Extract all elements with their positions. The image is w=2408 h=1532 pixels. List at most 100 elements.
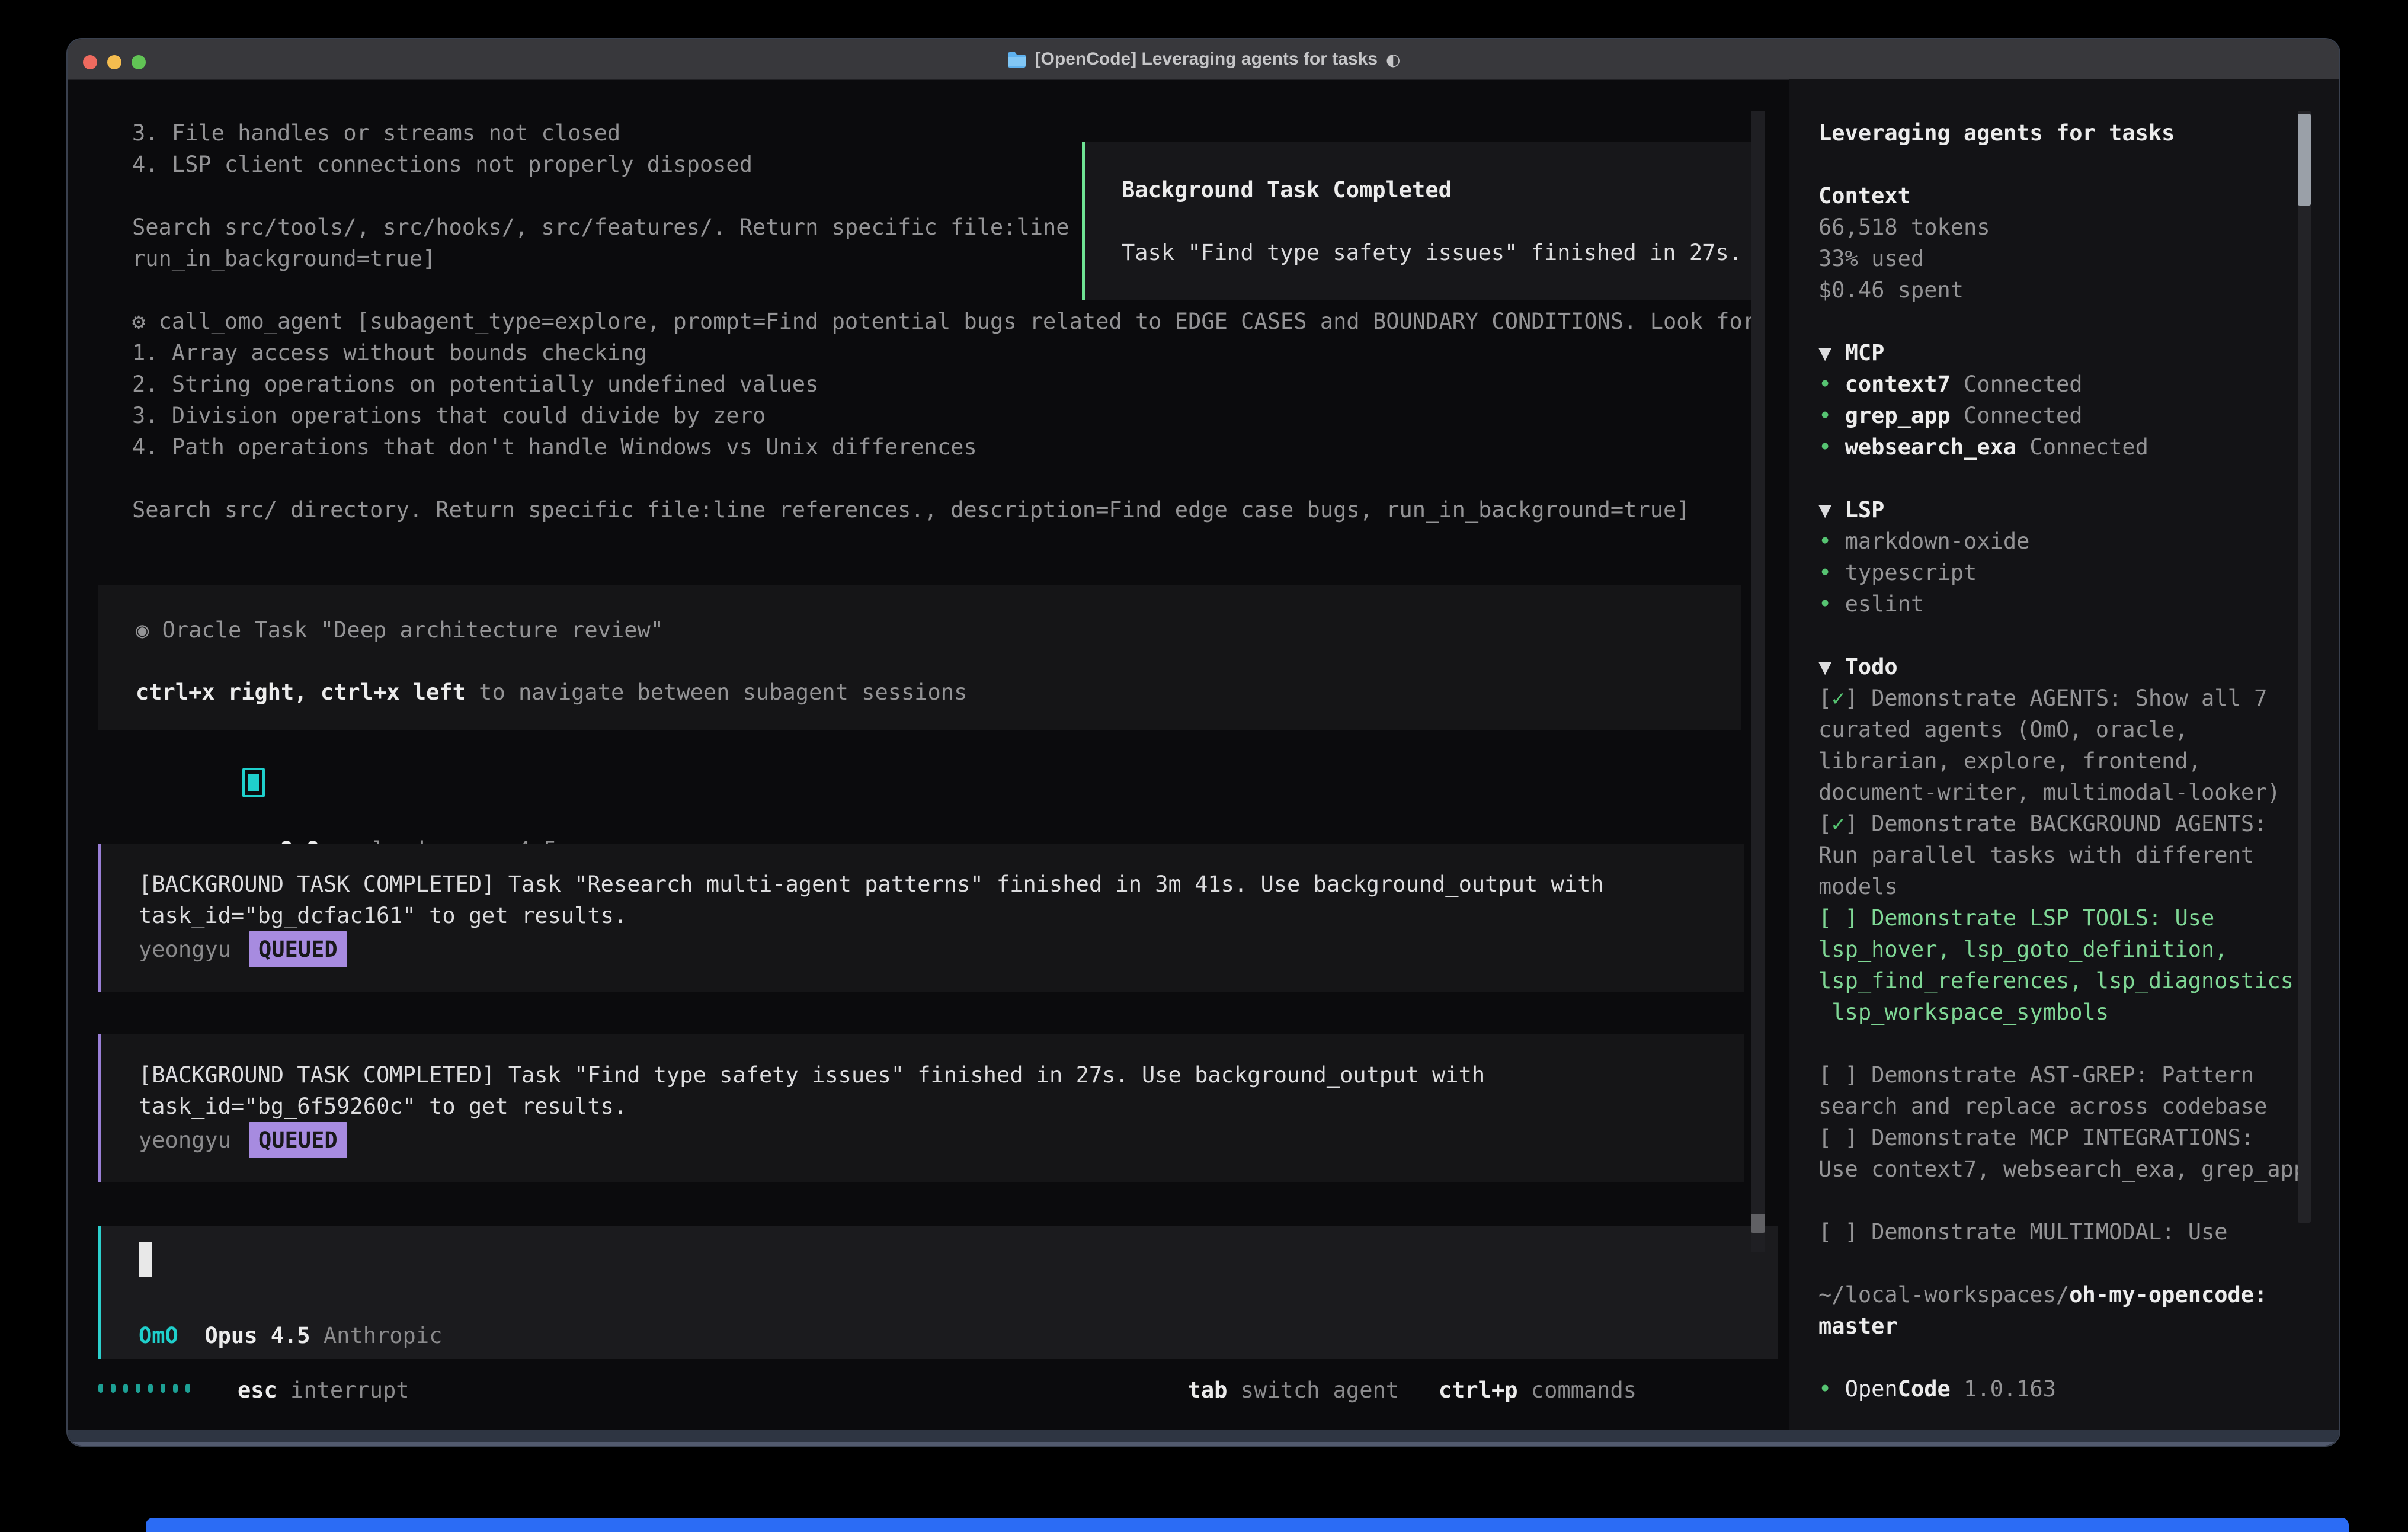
- mcp-item: • grep_app Connected: [1818, 400, 2083, 431]
- mcp-heading: MCP: [1845, 340, 1885, 366]
- screenshot-root: [OpenCode] Leveraging agents for tasks ◐…: [0, 0, 2408, 1532]
- activity-spinner-dots: [98, 1384, 190, 1393]
- input-model-name[interactable]: Opus 4.5: [178, 1323, 310, 1348]
- lsp-item: • typescript: [1818, 557, 1977, 588]
- author-label: yeongyu: [139, 1127, 231, 1153]
- chevron-down-icon: ▼: [1818, 654, 1845, 680]
- bracket: ]: [1845, 685, 1872, 711]
- todo-line: search and replace across codebase: [1818, 1091, 2267, 1122]
- message-line: task_id="bg_6f59260c" to get results.: [139, 1091, 627, 1122]
- todo-section-header[interactable]: ▼ Todo: [1818, 651, 1898, 682]
- ctrlp-key-label: commands: [1518, 1377, 1637, 1403]
- bullet-icon: •: [1818, 560, 1845, 585]
- folder-icon: [1007, 51, 1027, 68]
- git-branch: master: [1818, 1310, 1898, 1342]
- todo-text: Demonstrate BACKGROUND AGENTS:: [1871, 811, 2267, 836]
- sidebar-scrollbar[interactable]: [2298, 111, 2311, 1223]
- bracket: [: [1818, 811, 1831, 836]
- mcp-name: grep_app: [1845, 403, 1951, 428]
- main-scrollbar-thumb[interactable]: [1751, 1214, 1765, 1233]
- terminal-line: 1. Array access without bounds checking: [132, 337, 647, 368]
- bullet-icon: •: [1818, 528, 1845, 554]
- prompt-input[interactable]: OmO Opus 4.5 Anthropic: [98, 1226, 1778, 1359]
- input-agent-name[interactable]: OmO: [139, 1323, 178, 1348]
- app-name: Open: [1845, 1376, 1898, 1402]
- gear-icon: ⚙: [132, 309, 159, 334]
- lsp-item: • markdown-oxide: [1818, 525, 2029, 557]
- terminal-line: 3. File handles or streams not closed: [132, 117, 620, 149]
- terminal-line: run_in_background=true]: [132, 243, 436, 274]
- message-line: task_id="bg_dcfac161" to get results.: [139, 900, 627, 931]
- bullet-icon: •: [1818, 1376, 1845, 1402]
- terminal-line: 4. Path operations that don't handle Win…: [132, 431, 977, 463]
- path-dir: ~/local-workspaces/: [1818, 1282, 2069, 1307]
- todo-item-done: [✓] Demonstrate AGENTS: Show all 7: [1818, 682, 2267, 714]
- sidebar: Leveraging agents for tasks Context 66,5…: [1789, 79, 2339, 1432]
- message-line: [BACKGROUND TASK COMPLETED] Task "Find t…: [139, 1059, 1485, 1091]
- mcp-item: • context7 Connected: [1818, 368, 2083, 400]
- status-badge: QUEUED: [249, 1122, 347, 1158]
- oracle-title-line: ◉ Oracle Task "Deep architecture review": [136, 614, 664, 646]
- text-cursor: [139, 1242, 152, 1277]
- bullet-icon: •: [1818, 591, 1845, 617]
- sidebar-scrollbar-thumb[interactable]: [2298, 114, 2311, 206]
- background-window-strip: [146, 1518, 2349, 1532]
- mcp-status: Connected: [1951, 371, 2083, 397]
- mcp-section-header[interactable]: ▼ MCP: [1818, 337, 1884, 368]
- mcp-status: Connected: [2016, 434, 2148, 460]
- todo-item-pending: [ ] Demonstrate MCP INTEGRATIONS:: [1818, 1122, 2254, 1153]
- mcp-item: • websearch_exa Connected: [1818, 431, 2148, 463]
- omo-agent-icon: [242, 768, 265, 797]
- todo-line: document-writer, multimodal-looker): [1818, 777, 2281, 808]
- check-icon: ✓: [1831, 811, 1845, 836]
- lsp-name: typescript: [1845, 560, 1977, 585]
- oracle-title: Oracle Task "Deep architecture review": [162, 617, 664, 643]
- bullet-icon: •: [1818, 403, 1845, 428]
- context-used: 33% used: [1818, 243, 1924, 274]
- toast-body: Task "Find type safety issues" finished …: [1122, 237, 1742, 268]
- bracket: [: [1818, 685, 1831, 711]
- todo-line: models: [1818, 871, 1898, 902]
- version-row: • OpenCode 1.0.163: [1818, 1373, 2056, 1405]
- todo-line: curated agents (OmO, oracle,: [1818, 714, 2188, 745]
- main-scrollbar[interactable]: [1751, 111, 1765, 1252]
- tool-call-text: call_omo_agent [subagent_type=explore, p…: [159, 309, 1756, 334]
- input-agent-row: OmO Opus 4.5 Anthropic: [139, 1320, 442, 1351]
- message-line: [BACKGROUND TASK COMPLETED] Task "Resear…: [139, 868, 1604, 900]
- terminal-line: 2. String operations on potentially unde…: [132, 368, 818, 400]
- todo-item-pending: [ ] Demonstrate MULTIMODAL: Use: [1818, 1216, 2228, 1248]
- bullet-icon: •: [1818, 371, 1845, 397]
- todo-line-active: lsp_find_references, lsp_diagnostics,: [1818, 965, 2307, 996]
- message-card: [BACKGROUND TASK COMPLETED] Task "Find t…: [98, 1034, 1744, 1182]
- ctrlp-key-hint: ctrl+p: [1439, 1377, 1518, 1403]
- terminal-line: 3. Division operations that could divide…: [132, 400, 766, 431]
- esc-key-label: interrupt: [277, 1377, 409, 1403]
- message-card: [BACKGROUND TASK COMPLETED] Task "Resear…: [98, 844, 1744, 992]
- lsp-section-header[interactable]: ▼ LSP: [1818, 494, 1884, 525]
- background-task-toast: Background Task Completed Task "Find typ…: [1082, 142, 1765, 300]
- todo-item-done: [✓] Demonstrate BACKGROUND AGENTS:: [1818, 808, 2267, 839]
- message-meta-row: yeongyuQUEUED: [139, 931, 347, 967]
- todo-line: Run parallel tasks with different: [1818, 839, 2254, 871]
- lsp-name: markdown-oxide: [1845, 528, 2030, 554]
- window-title-row: [OpenCode] Leveraging agents for tasks ◐: [68, 39, 2339, 79]
- author-label: yeongyu: [139, 937, 231, 962]
- bracket: ]: [1845, 811, 1872, 836]
- mcp-status: Connected: [1951, 403, 2083, 428]
- titlebar: [OpenCode] Leveraging agents for tasks ◐: [68, 39, 2339, 80]
- path-repo: oh-my-opencode:: [2069, 1282, 2267, 1307]
- oracle-task-card[interactable]: ◉ Oracle Task "Deep architecture review"…: [98, 585, 1741, 730]
- context-spent: $0.46 spent: [1818, 274, 1964, 306]
- todo-item-pending: [ ] Demonstrate AST-GREP: Pattern: [1818, 1059, 2254, 1091]
- oracle-hint-keys: ctrl+x right, ctrl+x left: [136, 680, 466, 705]
- lsp-item: • eslint: [1818, 588, 1924, 620]
- mcp-name: websearch_exa: [1845, 434, 2017, 460]
- esc-key-hint: esc: [238, 1377, 277, 1403]
- terminal-line: Search src/ directory. Return specific f…: [132, 494, 1690, 525]
- window-footer-bar: [68, 1430, 2339, 1446]
- terminal-line: Search src/tools/, src/hooks/, src/featu…: [132, 211, 1069, 243]
- todo-line-active: lsp_workspace_symbols: [1818, 996, 2109, 1028]
- tool-call-line: ⚙ call_omo_agent [subagent_type=explore,…: [132, 306, 1756, 337]
- oracle-hint-line: ctrl+x right, ctrl+x left to navigate be…: [136, 677, 967, 708]
- mcp-name: context7: [1845, 371, 1951, 397]
